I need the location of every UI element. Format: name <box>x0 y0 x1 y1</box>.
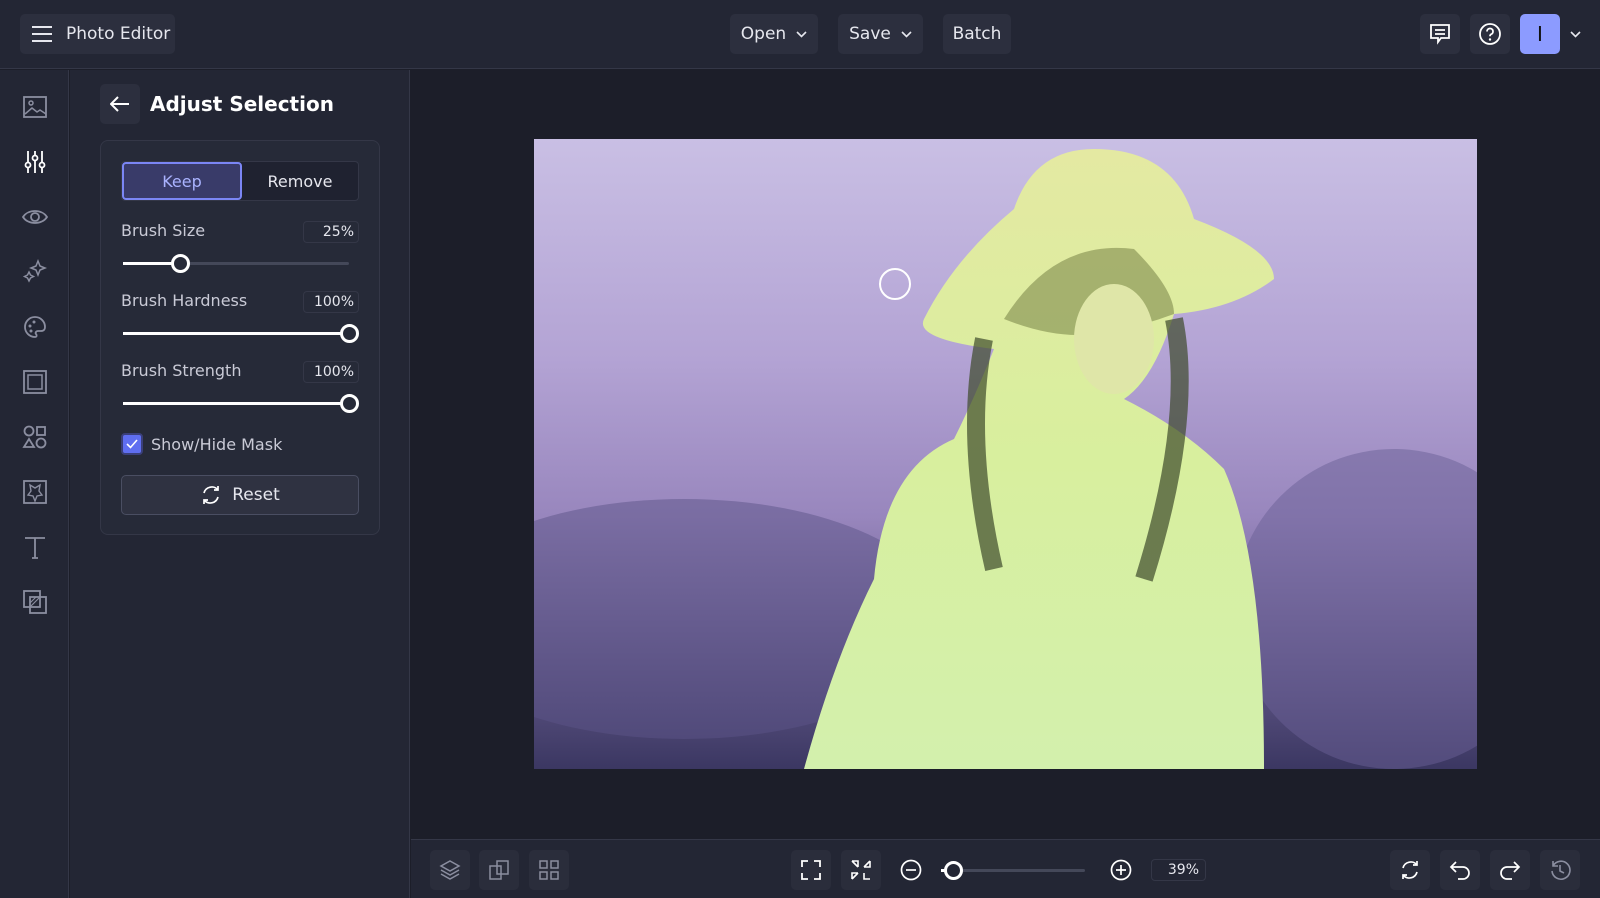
account-chevron-icon[interactable] <box>1570 31 1581 38</box>
grid-icon <box>539 860 559 880</box>
feedback-button[interactable] <box>1420 14 1460 54</box>
zoom-slider[interactable] <box>941 861 1085 880</box>
compare-icon <box>489 860 509 880</box>
app-title: Photo Editor <box>66 24 171 44</box>
fit-screen-button[interactable] <box>791 850 831 890</box>
open-button[interactable]: Open <box>730 14 818 54</box>
palette-icon[interactable] <box>22 314 48 340</box>
brush-strength-value[interactable]: 100% <box>303 361 359 383</box>
save-button[interactable]: Save <box>838 14 923 54</box>
slider-thumb[interactable] <box>170 254 190 273</box>
grid-button[interactable] <box>529 850 569 890</box>
brush-strength-label: Brush Strength <box>121 361 242 380</box>
brush-size-slider[interactable] <box>123 254 349 273</box>
bottom-toolbar: 39% <box>411 839 1600 898</box>
keep-button[interactable]: Keep <box>122 162 242 200</box>
zoom-in-icon[interactable] <box>1110 859 1132 881</box>
actual-size-button[interactable] <box>841 850 881 890</box>
shapes-icon[interactable] <box>22 424 48 450</box>
sparkle-icon[interactable] <box>22 259 48 285</box>
compare-button[interactable] <box>479 850 519 890</box>
avatar[interactable]: I <box>1520 14 1560 54</box>
history-button[interactable] <box>1540 850 1580 890</box>
undo-icon <box>1449 861 1470 880</box>
remove-button[interactable]: Remove <box>242 162 358 200</box>
comment-icon <box>1430 24 1450 45</box>
text-icon[interactable] <box>22 534 48 560</box>
image-icon[interactable] <box>22 94 48 120</box>
layers-button[interactable] <box>430 850 470 890</box>
refresh-icon <box>203 486 220 504</box>
reset-button[interactable]: Reset <box>121 475 359 515</box>
tool-sidebar <box>0 70 69 898</box>
brush-settings-card: Keep Remove Brush Size 25% Brush Hardnes… <box>100 140 380 535</box>
texture-icon[interactable] <box>22 479 48 505</box>
help-icon <box>1479 23 1501 45</box>
chevron-down-icon <box>901 30 912 38</box>
chevron-down-icon <box>796 30 807 38</box>
panel-title: Adjust Selection <box>150 92 334 116</box>
zoom-out-icon[interactable] <box>900 859 922 881</box>
layers-icon <box>439 860 461 880</box>
overlay-icon[interactable] <box>22 589 48 615</box>
brush-hardness-value[interactable]: 100% <box>303 291 359 313</box>
help-button[interactable] <box>1470 14 1510 54</box>
batch-button[interactable]: Batch <box>943 14 1011 54</box>
slider-thumb[interactable] <box>340 394 359 413</box>
canvas-area[interactable] <box>411 70 1600 839</box>
zoom-slider-thumb[interactable] <box>943 861 963 880</box>
shrink-icon <box>851 860 871 880</box>
back-button[interactable] <box>100 84 140 124</box>
adjust-icon[interactable] <box>22 149 48 175</box>
menu-button[interactable]: Photo Editor <box>20 14 175 54</box>
expand-icon <box>801 860 821 880</box>
arrow-left-icon <box>110 96 129 112</box>
zoom-value[interactable]: 39% <box>1151 859 1206 881</box>
refresh-icon <box>1402 861 1418 879</box>
brush-size-label: Brush Size <box>121 221 206 240</box>
slider-thumb[interactable] <box>340 324 359 343</box>
redo-icon <box>1500 861 1521 880</box>
hamburger-icon <box>32 26 52 42</box>
redo-button[interactable] <box>1490 850 1530 890</box>
open-label: Open <box>740 24 787 44</box>
brush-size-value[interactable]: 25% <box>303 221 359 243</box>
save-label: Save <box>849 24 891 44</box>
brush-strength-slider[interactable] <box>123 394 359 413</box>
top-bar: Photo Editor Open Save Batch I <box>0 0 1600 69</box>
rotate-button[interactable] <box>1390 850 1430 890</box>
frame-icon[interactable] <box>22 369 48 395</box>
history-icon <box>1551 860 1571 880</box>
adjust-selection-panel: Adjust Selection Keep Remove Brush Size … <box>70 70 410 898</box>
brush-hardness-slider[interactable] <box>123 324 359 343</box>
undo-button[interactable] <box>1440 850 1480 890</box>
check-icon <box>126 439 138 449</box>
mode-toggle: Keep Remove <box>121 161 359 201</box>
photo-with-mask[interactable] <box>534 139 1477 769</box>
reset-label: Reset <box>232 485 280 505</box>
show-hide-mask-checkbox[interactable] <box>121 433 143 455</box>
brush-hardness-label: Brush Hardness <box>121 291 248 310</box>
show-hide-mask-label: Show/Hide Mask <box>151 435 283 454</box>
eye-icon[interactable] <box>22 204 48 230</box>
